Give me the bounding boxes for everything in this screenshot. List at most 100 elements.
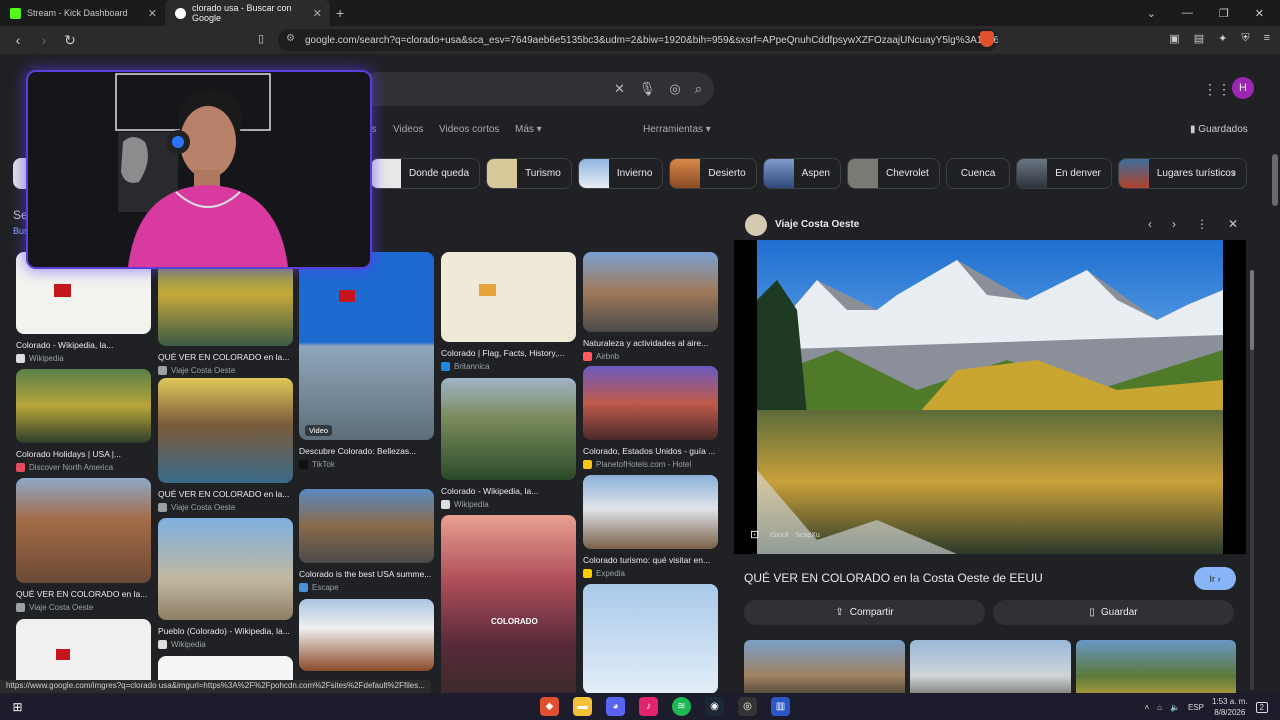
network-icon[interactable]: ⌂: [1157, 703, 1162, 712]
wallet-icon[interactable]: ▤: [1194, 32, 1204, 45]
new-tab-button[interactable]: +: [336, 5, 344, 21]
tab-kick-dashboard[interactable]: Stream - Kick Dashboard ✕: [0, 0, 165, 26]
image-result[interactable]: [583, 584, 718, 694]
image-result[interactable]: QUÉ VER EN COLORADO en la... Viaje Costa…: [158, 252, 293, 375]
notification-count[interactable]: 2: [1255, 701, 1268, 713]
chip-partial[interactable]: [13, 158, 27, 189]
tiktok-live-icon[interactable]: ♪: [639, 697, 658, 716]
preview-site-name[interactable]: Viaje Costa Oeste: [775, 219, 859, 230]
share-button[interactable]: ⇪ Compartir: [744, 600, 985, 625]
image-result[interactable]: Colorado Holidays | USA |... Discover No…: [16, 369, 151, 472]
more-options-icon[interactable]: ⋮: [1196, 217, 1208, 231]
chip-turismo[interactable]: Turismo: [486, 158, 572, 189]
related-image[interactable]: [1076, 640, 1236, 698]
clear-icon[interactable]: ✕: [614, 81, 625, 97]
next-icon[interactable]: ›: [1172, 217, 1176, 231]
result-source-label: Viaje Costa Oeste: [171, 503, 236, 512]
close-icon[interactable]: ✕: [1228, 217, 1238, 231]
reload-button[interactable]: ↻: [62, 32, 78, 49]
filter-tab-videos[interactable]: Videos: [393, 124, 423, 135]
page-scrollbar[interactable]: [1270, 54, 1280, 698]
maximize-button[interactable]: ❐: [1219, 7, 1229, 20]
image-result[interactable]: QUÉ VER EN COLORADO en la... Viaje Costa…: [158, 378, 293, 512]
image-result[interactable]: COLORADO: [441, 515, 576, 698]
image-result[interactable]: [16, 619, 151, 689]
image-result[interactable]: Pueblo (Colorado) - Wikipedia, la... Wik…: [158, 518, 293, 649]
address-bar[interactable]: ⚙ google.com/search?q=clorado+usa&sca_es…: [278, 29, 998, 51]
image-result[interactable]: Colorado, Estados Unidos - guía ... Plan…: [583, 366, 718, 469]
file-explorer-icon[interactable]: ▬: [573, 697, 592, 716]
avatar[interactable]: H: [1232, 77, 1254, 99]
windows-start-icon[interactable]: ⊞: [8, 697, 27, 716]
chip-cuenca[interactable]: Cuenca: [945, 158, 1011, 189]
lens-search-icon[interactable]: ⊡: [750, 528, 759, 541]
language-indicator[interactable]: ESP: [1188, 703, 1204, 712]
image-result[interactable]: Naturaleza y actividades al aire... Airb…: [583, 252, 718, 361]
chip-invierno[interactable]: Invierno: [577, 158, 664, 189]
menu-icon[interactable]: ≡: [1264, 32, 1270, 45]
chip-aspen[interactable]: Aspen: [762, 158, 841, 189]
chip-donde-queda[interactable]: Donde queda: [370, 158, 481, 189]
filter-more[interactable]: Más ▾: [515, 124, 542, 135]
voice-search-icon[interactable]: 🎙: [639, 81, 656, 97]
close-tab-icon[interactable]: ✕: [313, 7, 322, 20]
bookmark-icon[interactable]: ▯: [258, 32, 264, 45]
sidebar-icon[interactable]: ▣: [1169, 32, 1179, 45]
volume-icon[interactable]: 🔈: [1170, 703, 1180, 712]
panel-scroll-thumb[interactable]: [1250, 270, 1254, 350]
saved-button[interactable]: ▮ Guardados: [1190, 124, 1248, 135]
preview-image[interactable]: ⊡ iStock · ScapXu: [734, 240, 1246, 554]
forward-button[interactable]: ›: [36, 32, 52, 48]
tools-button[interactable]: Herramientas ▾: [643, 124, 711, 135]
leo-icon[interactable]: ✦: [1218, 32, 1227, 45]
chevron-right-icon[interactable]: ›: [1232, 165, 1236, 179]
tab-search-icon[interactable]: ⌄: [1147, 7, 1156, 20]
image-result[interactable]: Video Descubre Colorado: Bellezas... Tik…: [299, 252, 434, 469]
visit-button[interactable]: Ir ›: [1194, 567, 1236, 590]
scroll-thumb[interactable]: [1272, 154, 1278, 206]
obs-icon[interactable]: ◎: [738, 697, 757, 716]
previous-icon[interactable]: ‹: [1148, 217, 1152, 231]
wikipedia-icon: [16, 354, 25, 363]
back-button[interactable]: ‹: [10, 32, 26, 48]
result-source-label: Expedia: [596, 569, 625, 578]
show-hidden-icons[interactable]: ˄: [1144, 703, 1149, 712]
filter-tab-short-videos[interactable]: Videos cortos: [439, 124, 499, 135]
toolbar-icons: ▣ ▤ ✦ ⛨ ≡: [1169, 32, 1270, 45]
steam-icon[interactable]: ◉: [705, 697, 724, 716]
close-window-button[interactable]: ✕: [1255, 7, 1264, 20]
image-result[interactable]: QUÉ VER EN COLORADO en la... Viaje Costa…: [16, 478, 151, 612]
close-tab-icon[interactable]: ✕: [148, 7, 157, 20]
app-icon[interactable]: ▥: [771, 697, 790, 716]
saved-label: Guardados: [1198, 124, 1248, 135]
preview-title[interactable]: QUÉ VER EN COLORADO en la Costa Oeste de…: [744, 571, 1043, 585]
related-image[interactable]: [910, 640, 1071, 698]
chip-desierto[interactable]: Desierto: [669, 158, 757, 189]
image-result[interactable]: Colorado - Wikipedia, la... Wikipedia: [441, 378, 576, 509]
spotify-icon[interactable]: ≋: [672, 697, 691, 716]
image-result[interactable]: Colorado is the best USA summe... Escape: [299, 489, 434, 592]
search-icon[interactable]: ⌕: [695, 81, 702, 97]
minimize-button[interactable]: —: [1182, 7, 1193, 19]
search-box[interactable]: ✕ 🎙 ◎ ⌕: [360, 72, 714, 106]
image-result[interactable]: Colorado | Flag, Facts, History,... Brit…: [441, 252, 576, 371]
related-image[interactable]: [744, 640, 905, 698]
image-result[interactable]: Colorado turismo: qué visitar en... Expe…: [583, 475, 718, 578]
chip-chevrolet[interactable]: Chevrolet: [847, 158, 940, 189]
image-result[interactable]: Colorado - Wikipedia, la... Wikipedia: [16, 252, 151, 363]
brave-shield-icon[interactable]: [980, 31, 994, 47]
panel-scrollbar[interactable]: [1250, 270, 1254, 690]
save-button[interactable]: ▯ Guardar: [993, 600, 1234, 625]
result-image: [441, 252, 576, 342]
chip-en-denver[interactable]: En denver: [1016, 158, 1112, 189]
brave-browser-icon[interactable]: ◆: [540, 697, 559, 716]
lens-icon[interactable]: ◎: [669, 81, 680, 97]
chip-lugares-turisticos[interactable]: Lugares turísticos: [1117, 158, 1247, 189]
site-info-icon[interactable]: ⚙: [286, 33, 295, 44]
vpn-icon[interactable]: ⛨: [1241, 32, 1249, 45]
image-result[interactable]: [299, 599, 434, 671]
discord-icon[interactable]: ◕: [606, 697, 625, 716]
clock[interactable]: 1:53 a. m. 8/8/2026: [1212, 696, 1248, 718]
tab-google-search[interactable]: clorado usa - Buscar con Google ✕: [165, 0, 330, 26]
status-bar-url: https://www.google.com/imgres?q=clorado …: [0, 680, 431, 693]
